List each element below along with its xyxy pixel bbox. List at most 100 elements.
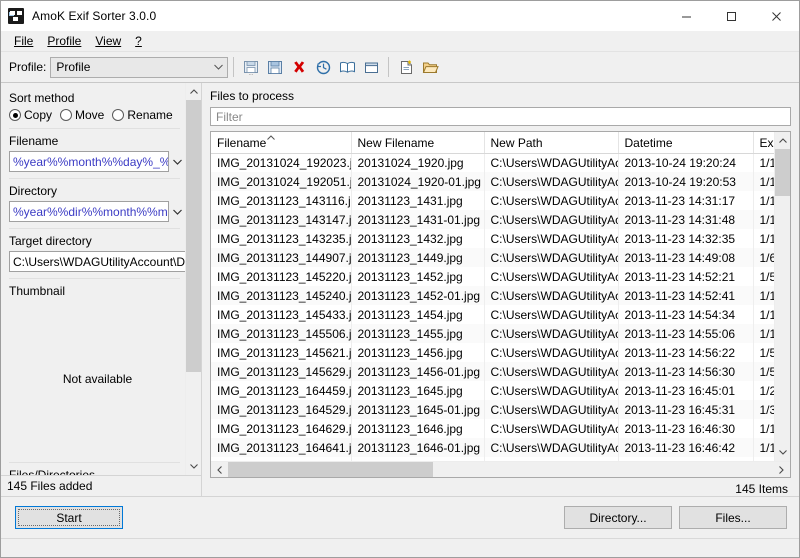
files-scroll-up-icon[interactable]: [775, 132, 790, 149]
menu-file[interactable]: File: [7, 32, 40, 50]
files-horizontal-scrollbar[interactable]: [211, 461, 790, 477]
column-header-new-filename[interactable]: New Filename: [351, 132, 484, 153]
files-scroll-right-icon[interactable]: [773, 462, 790, 477]
start-button[interactable]: Start: [15, 506, 123, 529]
cell-exposure: 1/13: [753, 229, 774, 248]
table-row[interactable]: IMG_20131123_143147.j...20131123_1431-01…: [211, 210, 774, 229]
save-icon[interactable]: [263, 55, 287, 79]
files-vertical-scrollbar[interactable]: [774, 132, 790, 461]
menu-view[interactable]: View: [88, 32, 128, 50]
table-row[interactable]: IMG_20131123_145433.j...20131123_1454.jp…: [211, 305, 774, 324]
open-folder-icon[interactable]: [418, 55, 442, 79]
cell-new-path: C:\Users\WDAGUtilityAc...: [484, 229, 618, 248]
profile-combobox-value: Profile: [56, 60, 90, 74]
radio-rename-label: Rename: [127, 108, 172, 122]
thumbnail-label: Thumbnail: [9, 284, 186, 298]
menu-profile[interactable]: Profile: [40, 32, 88, 50]
table-row[interactable]: IMG_20131123_164629.j...20131123_1646.jp…: [211, 419, 774, 438]
cell-filename: IMG_20131123_164459.j...: [211, 381, 351, 400]
save-as-icon[interactable]: ...: [239, 55, 263, 79]
table-row[interactable]: IMG_20131123_145220.j...20131123_1452.jp…: [211, 267, 774, 286]
cell-filename: IMG_20131123_144907.j...: [211, 248, 351, 267]
target-directory-label: Target directory: [9, 234, 186, 248]
new-file-icon[interactable]: [394, 55, 418, 79]
cell-new-path: C:\Users\WDAGUtilityAc...: [484, 305, 618, 324]
cell-new-filename: 20131123_1456-01.jpg: [351, 362, 484, 381]
filename-chevron-down-icon[interactable]: [169, 151, 186, 172]
minimize-button[interactable]: [664, 1, 709, 31]
maximize-button[interactable]: [709, 1, 754, 31]
column-header-datetime[interactable]: Datetime: [618, 132, 753, 153]
profile-combobox[interactable]: Profile: [50, 57, 228, 78]
cell-exposure: 1/31: [753, 400, 774, 419]
window-icon[interactable]: [359, 55, 383, 79]
delete-icon[interactable]: [287, 55, 311, 79]
table-row[interactable]: IMG_20131123_145621.j...20131123_1456.jp…: [211, 343, 774, 362]
cell-datetime: 2013-10-24 19:20:24: [618, 153, 753, 172]
bottom-status-strip: [1, 538, 799, 557]
filter-input[interactable]: Filter: [210, 107, 791, 126]
cell-exposure: 1/10: [753, 324, 774, 343]
settings-scroll-up-icon[interactable]: [186, 83, 201, 100]
divider-5: [9, 462, 180, 463]
column-header-new-path[interactable]: New Path: [484, 132, 618, 153]
files-scroll-track[interactable]: [775, 149, 790, 444]
radio-rename[interactable]: Rename: [112, 108, 172, 122]
directory-input[interactable]: %year%%dir%%month%%mon: [9, 201, 169, 222]
filename-row: %year%%month%%day%_%ho: [9, 151, 186, 172]
files-scroll-down-icon[interactable]: [775, 444, 790, 461]
table-row[interactable]: IMG_20131123_143235.j...20131123_1432.jp…: [211, 229, 774, 248]
cell-new-filename: 20131123_1452-01.jpg: [351, 286, 484, 305]
cell-exposure: 1/10: [753, 419, 774, 438]
table-row[interactable]: IMG_20131123_164459.j...20131123_1645.jp…: [211, 381, 774, 400]
table-row[interactable]: IMG_20131123_145240.j...20131123_1452-01…: [211, 286, 774, 305]
table-row[interactable]: IMG_20131123_164641.j...20131123_1646-01…: [211, 438, 774, 457]
directory-button[interactable]: Directory...: [564, 506, 672, 529]
radio-copy[interactable]: Copy: [9, 108, 52, 122]
book-icon[interactable]: [335, 55, 359, 79]
cell-datetime: 2013-11-23 16:46:30: [618, 419, 753, 438]
cell-filename: IMG_20131123_145621.j...: [211, 343, 351, 362]
settings-scroll-thumb[interactable]: [186, 100, 201, 372]
settings-scroll-down-icon[interactable]: [186, 458, 201, 475]
menu-help[interactable]: ?: [128, 32, 149, 50]
cell-filename: IMG_20131123_164529.j...: [211, 400, 351, 419]
column-header-filename[interactable]: Filename: [211, 132, 351, 153]
window-title: AmoK Exif Sorter 3.0.0: [32, 9, 156, 23]
menu-help-label: ?: [135, 34, 142, 48]
table-row[interactable]: IMG_20131024_192051.j...20131024_1920-01…: [211, 172, 774, 191]
history-icon[interactable]: [311, 55, 335, 79]
settings-vertical-scrollbar[interactable]: [185, 83, 201, 475]
radio-move[interactable]: Move: [60, 108, 104, 122]
table-row[interactable]: IMG_20131123_144907.j...20131123_1449.jp…: [211, 248, 774, 267]
table-row[interactable]: IMG_20131123_145629.j...20131123_1456-01…: [211, 362, 774, 381]
column-header-new-filename-label: New Filename: [358, 136, 435, 150]
files-hscroll-track[interactable]: [228, 462, 773, 477]
menu-file-label: File: [14, 34, 33, 48]
settings-scroll-track[interactable]: [186, 100, 201, 458]
settings-scroll-region: Sort method Copy Move Rename: [1, 83, 201, 475]
cell-datetime: 2013-11-23 14:52:41: [618, 286, 753, 305]
cell-new-path: C:\Users\WDAGUtilityAc...: [484, 267, 618, 286]
files-grid-header: Filename New Filename New Path Datetime …: [211, 132, 774, 153]
column-header-exposure[interactable]: Expo: [753, 132, 774, 153]
close-button[interactable]: [754, 1, 799, 31]
status-bar: 145 Files added: [1, 475, 201, 496]
files-button[interactable]: Files...: [679, 506, 787, 529]
filename-input[interactable]: %year%%month%%day%_%ho: [9, 151, 169, 172]
directory-chevron-down-icon[interactable]: [169, 201, 186, 222]
table-row[interactable]: IMG_20131123_143116.j...20131123_1431.jp…: [211, 191, 774, 210]
cell-exposure: 1/50: [753, 343, 774, 362]
table-row[interactable]: IMG_20131024_192023.j...20131024_1920.jp…: [211, 153, 774, 172]
table-row[interactable]: IMG_20131123_145506.j...20131123_1455.jp…: [211, 324, 774, 343]
files-scroll-left-icon[interactable]: [211, 462, 228, 477]
cell-new-filename: 20131024_1920-01.jpg: [351, 172, 484, 191]
table-row[interactable]: IMG_20131123_164529.j...20131123_1645-01…: [211, 400, 774, 419]
files-hscroll-thumb[interactable]: [228, 462, 433, 477]
files-scroll-thumb[interactable]: [775, 149, 790, 196]
cell-new-filename: 20131123_1454.jpg: [351, 305, 484, 324]
cell-filename: IMG_20131123_145629.j...: [211, 362, 351, 381]
target-directory-input[interactable]: C:\Users\WDAGUtilityAccount\Deskt: [9, 251, 190, 272]
cell-exposure: 1/10: [753, 286, 774, 305]
radio-move-label: Move: [75, 108, 104, 122]
